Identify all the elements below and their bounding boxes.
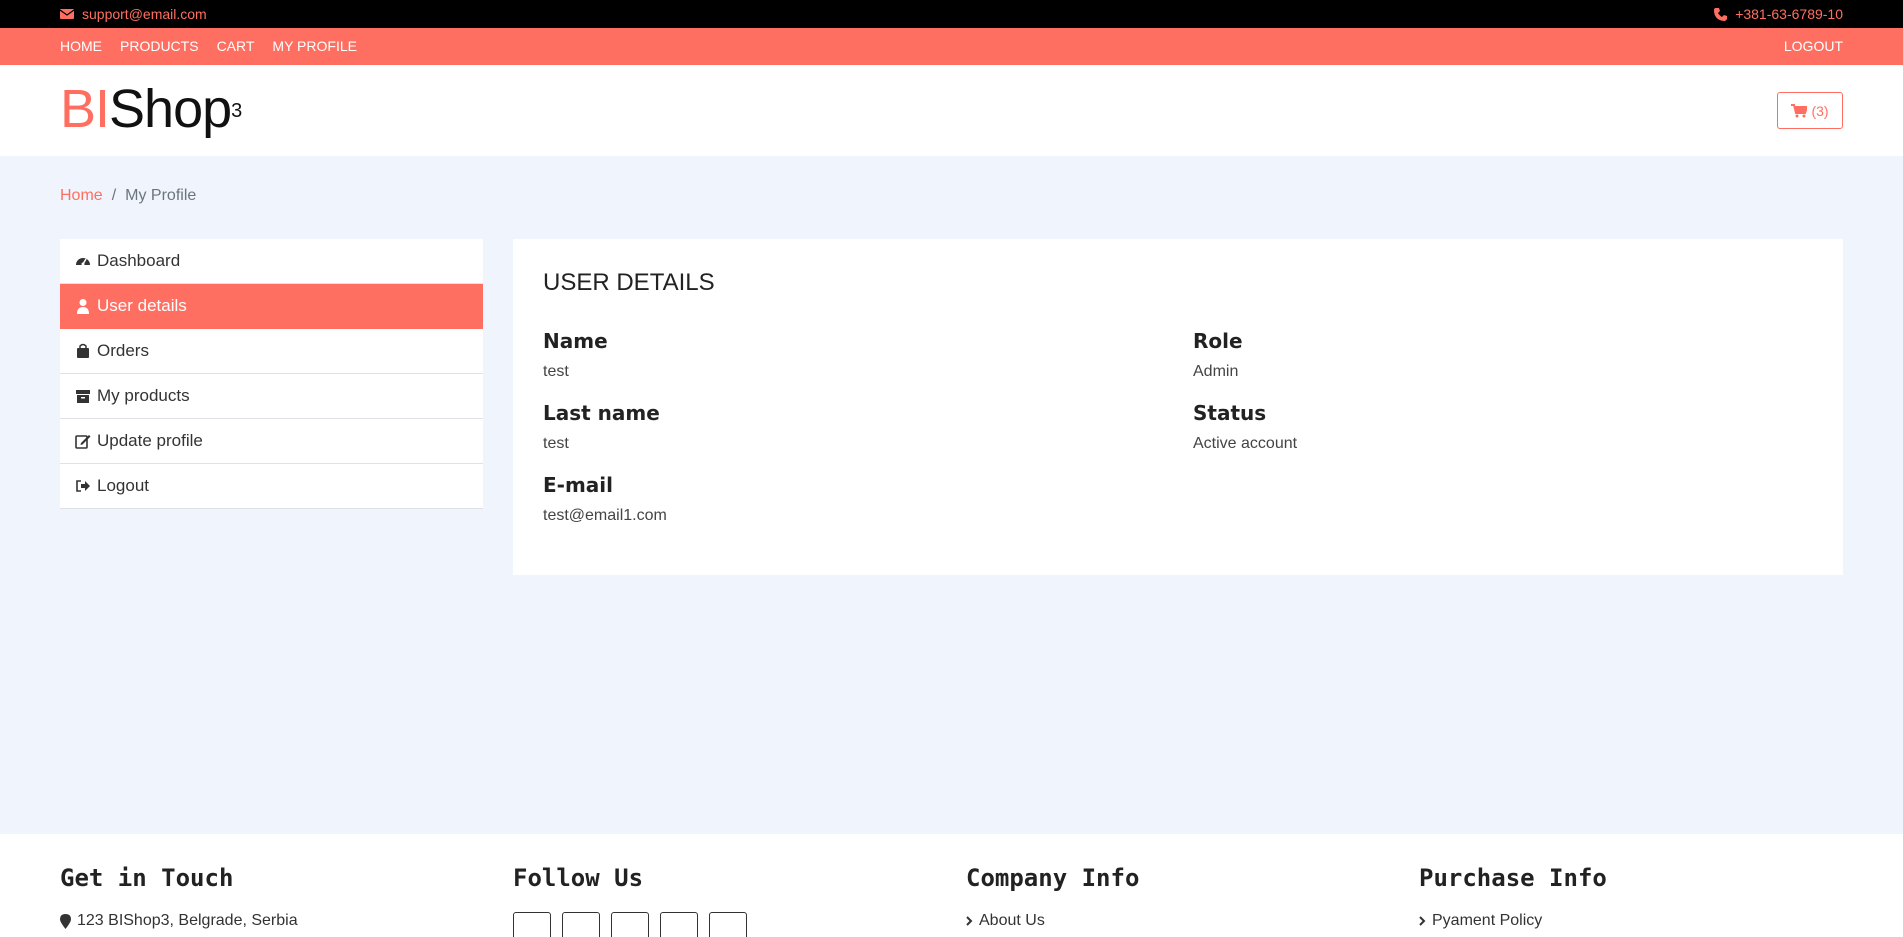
site-header: BIShop3 (3) <box>0 65 1903 156</box>
field-last-name: Last name test <box>543 401 660 453</box>
menu-item-my-products[interactable]: My products <box>60 374 483 419</box>
cart-count: (3) <box>1811 102 1829 119</box>
site-logo[interactable]: BIShop3 <box>60 79 242 139</box>
footer-company-info: Company Info About Us <box>966 864 1139 930</box>
footer-col4-title: Purchase Info <box>1419 864 1607 892</box>
breadcrumb-home[interactable]: Home <box>60 187 103 205</box>
social-twitter-button[interactable] <box>513 912 551 937</box>
field-name-value: test <box>543 363 569 380</box>
social-buttons <box>513 912 747 937</box>
footer-col3-title: Company Info <box>966 864 1140 892</box>
field-status: Status Active account <box>1193 401 1297 453</box>
top-contact-bar: support@email.com +381-63-6789-10 <box>0 0 1903 28</box>
cart-button[interactable]: (3) <box>1777 92 1843 129</box>
menu-item-update-profile[interactable]: Update profile <box>60 419 483 464</box>
social-youtube-button[interactable] <box>709 912 747 937</box>
footer-address-text: 123 BIShop3, Belgrade, Serbia <box>77 912 298 929</box>
main-navbar: HOME PRODUCTS CART MY PROFILE LOGOUT <box>0 28 1903 65</box>
user-details-panel: USER DETAILS Name test Last name test E-… <box>513 239 1843 575</box>
chevron-right-icon <box>966 916 973 926</box>
breadcrumb-separator: / <box>111 187 117 204</box>
menu-label-logout: Logout <box>97 476 149 495</box>
social-facebook-button[interactable] <box>562 912 600 937</box>
field-email: E-mail test@email1.com <box>543 473 667 525</box>
menu-label-user-details: User details <box>97 296 187 315</box>
dashboard-icon <box>76 258 90 266</box>
footer-follow-us: Follow Us <box>513 864 747 937</box>
logo-part-bi: BI <box>60 79 110 139</box>
menu-label-my-products: My products <box>97 386 190 405</box>
logo-part-shop: Shop <box>109 79 232 139</box>
field-email-label: E-mail <box>543 473 614 497</box>
footer-col2-title: Follow Us <box>513 864 644 892</box>
footer-get-in-touch: Get in Touch 123 BIShop3, Belgrade, Serb… <box>60 864 298 930</box>
footer-address: 123 BIShop3, Belgrade, Serbia <box>60 912 298 930</box>
field-status-value: Active account <box>1193 435 1298 452</box>
menu-label-dashboard: Dashboard <box>97 251 181 270</box>
nav-home[interactable]: HOME <box>60 38 102 54</box>
cart-icon <box>1791 103 1808 117</box>
field-status-label: Status <box>1193 401 1267 425</box>
field-role-label: Role <box>1193 329 1243 353</box>
footer-link-about[interactable]: About Us <box>966 912 1139 930</box>
user-icon <box>77 299 89 314</box>
menu-label-update-profile: Update profile <box>97 431 203 450</box>
profile-sidebar-menu: Dashboard User details Orders My product… <box>60 239 483 509</box>
menu-item-dashboard[interactable]: Dashboard <box>60 239 483 284</box>
footer-payment-policy-text[interactable]: Pyament Policy <box>1432 912 1542 930</box>
field-last-name-value: test <box>543 435 569 452</box>
site-footer: Get in Touch 123 BIShop3, Belgrade, Serb… <box>0 834 1903 937</box>
breadcrumb-current: My Profile <box>125 187 197 204</box>
footer-purchase-info: Purchase Info Pyament Policy <box>1419 864 1607 930</box>
nav-my-profile[interactable]: MY PROFILE <box>272 38 357 54</box>
edit-icon <box>75 435 91 449</box>
nav-logout[interactable]: LOGOUT <box>1784 38 1843 54</box>
phone-icon <box>1714 7 1728 21</box>
map-marker-icon <box>60 913 71 929</box>
menu-item-logout[interactable]: Logout <box>60 464 483 509</box>
footer-col1-title: Get in Touch <box>60 864 234 892</box>
menu-item-orders[interactable]: Orders <box>60 329 483 374</box>
field-name: Name test <box>543 329 608 381</box>
logout-icon <box>76 480 90 492</box>
logo-superscript: 3 <box>231 100 242 122</box>
social-linkedin-button[interactable] <box>611 912 649 937</box>
field-role-value: Admin <box>1193 363 1239 380</box>
menu-item-user-details[interactable]: User details <box>60 284 483 329</box>
field-name-label: Name <box>543 329 608 353</box>
field-email-value: test@email1.com <box>543 507 667 524</box>
chevron-right-icon <box>1419 916 1426 926</box>
footer-about-text[interactable]: About Us <box>979 912 1045 930</box>
nav-cart[interactable]: CART <box>217 38 255 54</box>
breadcrumb: Home / My Profile <box>60 187 196 205</box>
support-phone[interactable]: +381-63-6789-10 <box>1714 6 1843 22</box>
envelope-icon <box>60 9 74 19</box>
field-role: Role Admin <box>1193 329 1243 381</box>
panel-title: USER DETAILS <box>543 269 715 296</box>
support-email-text[interactable]: support@email.com <box>82 6 207 22</box>
bag-icon <box>77 343 89 358</box>
footer-link-payment-policy[interactable]: Pyament Policy <box>1419 912 1607 930</box>
menu-label-orders: Orders <box>97 341 149 360</box>
social-instagram-button[interactable] <box>660 912 698 937</box>
field-last-name-label: Last name <box>543 401 660 425</box>
box-icon <box>76 390 90 403</box>
support-phone-text[interactable]: +381-63-6789-10 <box>1735 6 1843 22</box>
nav-products[interactable]: PRODUCTS <box>120 38 199 54</box>
support-email[interactable]: support@email.com <box>60 6 207 22</box>
